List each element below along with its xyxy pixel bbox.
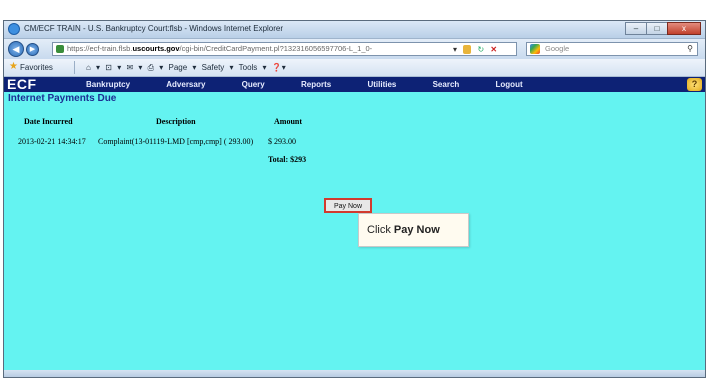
window-controls: – □ x [625, 22, 701, 35]
google-icon [530, 44, 540, 54]
page-title: Internet Payments Due [8, 93, 117, 104]
refresh-icon[interactable]: ↻ [477, 45, 484, 54]
total-amount: Total: $293 [268, 155, 307, 164]
close-button[interactable]: x [667, 22, 701, 35]
menu-adversary[interactable]: Adversary [166, 80, 205, 89]
stop-icon[interactable]: ✕ [490, 45, 497, 54]
search-placeholder: Google [545, 44, 570, 53]
cell-amount: $ 293.00 [268, 137, 296, 146]
search-input[interactable]: Google ⚲ [526, 42, 698, 56]
ecf-logo[interactable]: ECF [7, 77, 37, 92]
browser-window: CM/ECF TRAIN - U.S. Bankruptcy Court:fls… [3, 20, 706, 378]
window-title: CM/ECF TRAIN - U.S. Bankruptcy Court:fls… [24, 24, 284, 33]
title-bar: CM/ECF TRAIN - U.S. Bankruptcy Court:fls… [4, 21, 705, 39]
menu-logout[interactable]: Logout [496, 80, 523, 89]
dropdown-icon[interactable]: ▾ [453, 45, 457, 54]
pay-now-button[interactable]: Pay Now [324, 198, 372, 213]
url-prefix: https://ecf-train.flsb. [67, 44, 133, 53]
url-path: /cgi-bin/CreditCardPayment.pl?1323160565… [179, 44, 373, 53]
menu-reports[interactable]: Reports [301, 80, 331, 89]
callout-prefix: Click [367, 224, 391, 236]
url-tools: ▾ ↻ ✕ [453, 44, 497, 55]
favorites-bar: ★ Favorites ⌂ ▾ ⊡ ▾ ✉ ▾ ⎙ ▾ Page ▾ Safet… [4, 59, 705, 77]
menu-utilities[interactable]: Utilities [367, 80, 396, 89]
back-icon[interactable]: ◀ [8, 41, 24, 57]
menu-bankruptcy[interactable]: Bankruptcy [86, 80, 130, 89]
cell-date: 2013-02-21 14:34:17 [18, 137, 86, 146]
menu-query[interactable]: Query [242, 80, 265, 89]
toolbar-divider [74, 61, 75, 74]
ecf-menu-bar: ECF Bankruptcy Adversary Query Reports U… [4, 77, 705, 92]
ie-icon [8, 23, 20, 35]
header-amount: Amount [274, 117, 303, 126]
callout-emphasis: Pay Now [393, 224, 440, 236]
maximize-button[interactable]: □ [646, 22, 668, 35]
forward-icon[interactable]: ▶ [26, 43, 39, 56]
command-bar[interactable]: ⌂ ▾ ⊡ ▾ ✉ ▾ ⎙ ▾ Page ▾ Safety ▾ Tools ▾ … [86, 63, 286, 73]
menu-search[interactable]: Search [433, 80, 460, 89]
instruction-callout: Click Pay Now [358, 213, 469, 247]
favorites-star-icon[interactable]: ★ [9, 61, 18, 72]
status-bar [4, 370, 705, 377]
page-content: Internet Payments Due Date Incurred Desc… [4, 92, 705, 372]
cell-description: Complaint(13-01119-LMD [cmp,cmp] ( 293.0… [98, 137, 254, 146]
lock-icon[interactable] [463, 45, 472, 55]
address-bar: ◀ ▶ https://ecf-train.flsb.uscourts.gov/… [4, 39, 705, 59]
favorites-button[interactable]: Favorites [20, 63, 53, 72]
header-description: Description [156, 117, 196, 126]
ecf-menu: Bankruptcy Adversary Query Reports Utili… [86, 80, 557, 89]
url-domain: uscourts.gov [132, 44, 180, 53]
help-icon[interactable]: ? [687, 78, 702, 91]
site-icon [56, 45, 64, 53]
search-icon[interactable]: ⚲ [687, 43, 693, 55]
header-date: Date Incurred [24, 117, 73, 126]
url-input[interactable]: https://ecf-train.flsb.uscourts.gov/cgi-… [52, 42, 517, 56]
minimize-button[interactable]: – [625, 22, 647, 35]
